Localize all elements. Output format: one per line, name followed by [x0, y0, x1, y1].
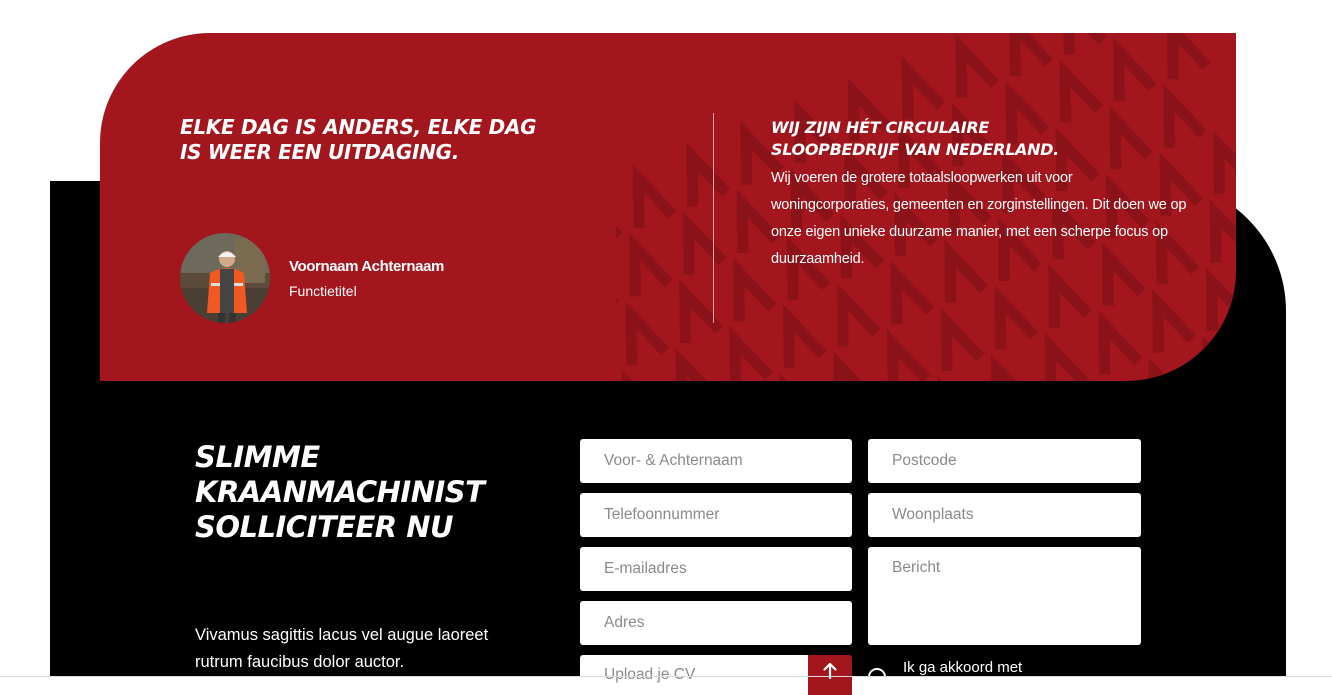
name-input[interactable] — [580, 439, 852, 483]
cv-upload-field[interactable] — [580, 655, 808, 695]
vertical-divider — [713, 113, 714, 323]
city-input[interactable] — [868, 493, 1141, 537]
testimonial-card: ELKE DAG IS ANDERS, ELKE DAG IS WEER EEN… — [100, 33, 1236, 381]
worker-photo — [180, 233, 270, 323]
about-heading: WIJ ZIJN HÉT CIRCULAIRE SLOOPBEDRIJF VAN… — [771, 118, 1059, 159]
person-role: Functietitel — [289, 282, 357, 299]
consent-label: Ik ga akkoord met — [903, 659, 1023, 676]
phone-input[interactable] — [580, 493, 852, 537]
form-intro: Vivamus sagittis lacus vel augue laoreet… — [195, 626, 489, 671]
postcode-input[interactable] — [868, 439, 1141, 483]
avatar — [180, 233, 270, 323]
about-block: WIJ ZIJN HÉT CIRCULAIRE SLOOPBEDRIJF VAN… — [771, 117, 1191, 273]
message-textarea[interactable] — [868, 547, 1141, 645]
form-title: SLIMME KRAANMACHINIST SOLLICITEER NU — [195, 440, 485, 544]
address-input[interactable] — [580, 601, 852, 645]
upload-button[interactable] — [808, 655, 852, 695]
email-input[interactable] — [580, 547, 852, 591]
consent-radio[interactable] — [868, 668, 886, 686]
testimonial-quote: ELKE DAG IS ANDERS, ELKE DAG IS WEER EEN… — [180, 115, 537, 164]
testimonial-person: Voornaam Achternaam Functietitel — [180, 233, 444, 323]
about-text: Wij voeren de grotere totaalsloopwerken … — [771, 170, 1187, 267]
person-name: Voornaam Achternaam — [289, 257, 444, 275]
